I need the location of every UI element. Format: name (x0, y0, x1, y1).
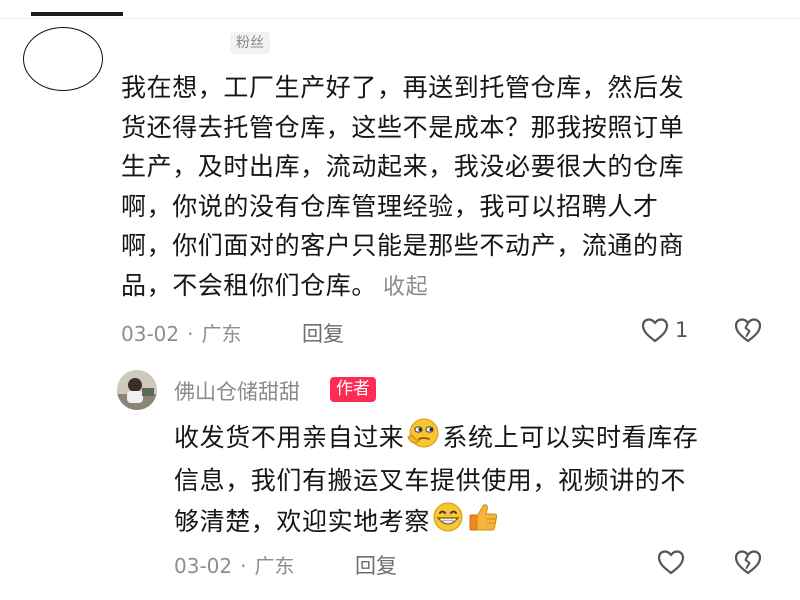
reply-body: 收发货不用亲自过来 系统上可以实时看库存 信息，我们有搬运叉车提供使用，视频讲的… (174, 417, 784, 545)
like-count: 1 (675, 318, 689, 342)
comment-line: 货还得去托管仓库，这些不是成本？那我按照订单 (121, 112, 685, 142)
comment-date: 03-02 (121, 322, 180, 346)
meta-separator: · (187, 322, 194, 346)
divider (0, 18, 800, 19)
reply-text-segment: 系统上可以实时看库存 (442, 423, 699, 452)
collapse-button[interactable]: 收起 (383, 275, 428, 300)
reply-reply-button[interactable]: 回复 (355, 550, 397, 580)
reply-text-segment: 收发货不用亲自过来 (174, 423, 405, 452)
comment-location: 广东 (201, 322, 242, 346)
reply-author-name[interactable]: 佛山仓储甜甜 (174, 376, 300, 406)
tab-indicator (31, 12, 123, 16)
reply-line: 信息，我们有搬运叉车提供使用，视频讲的不 (174, 466, 687, 495)
heart-icon[interactable] (657, 549, 685, 575)
reply-meta: 03-02 · 广东 (174, 550, 294, 579)
reply-line: 够清楚，欢迎实地考察 (174, 501, 784, 545)
broken-heart-icon[interactable] (734, 549, 762, 575)
comment-last-line: 品，不会租你们仓库。 收起 (121, 266, 781, 308)
heart-icon (641, 317, 669, 343)
reply-location: 广东 (254, 554, 295, 578)
thinking-face-icon (405, 417, 441, 461)
comment-line: 我在想，工厂生产好了，再送到托管仓库，然后发 (121, 73, 685, 102)
comment-thread: 粉丝 我在想，工厂生产好了，再送到托管仓库，然后发 货还得去托管仓库，这些不是成… (0, 0, 800, 600)
reply-text-segment: 够清楚，欢迎实地考察 (174, 507, 431, 536)
comment-line: 生产，及时出库，流动起来，我没必要很大的仓库 (121, 152, 685, 181)
thumbs-up-icon (467, 501, 499, 545)
reply-line: 收发货不用亲自过来 系统上可以实时看库存 (174, 417, 784, 461)
reply-date: 03-02 (174, 554, 233, 578)
comment-line: 品，不会租你们仓库。 (121, 270, 378, 300)
meta-separator: · (240, 554, 247, 578)
comment-meta: 03-02 · 广东 (121, 318, 241, 347)
comment-line: 啊，你说的没有仓库管理经验，我可以招聘人才 (121, 191, 659, 221)
grinning-face-icon (431, 501, 465, 545)
reply-button[interactable]: 回复 (302, 318, 344, 348)
comment-body: 我在想，工厂生产好了，再送到托管仓库，然后发 货还得去托管仓库，这些不是成本？那… (121, 68, 781, 307)
fan-badge: 粉丝 (230, 32, 270, 54)
like-button[interactable]: 1 (641, 317, 688, 343)
comment-line: 啊，你们面对的客户只能是那些不动产，流通的商 (121, 231, 685, 260)
reply-avatar[interactable] (117, 370, 157, 410)
avatar[interactable] (23, 27, 103, 91)
broken-heart-icon[interactable] (734, 317, 762, 343)
author-badge: 作者 (330, 377, 376, 402)
